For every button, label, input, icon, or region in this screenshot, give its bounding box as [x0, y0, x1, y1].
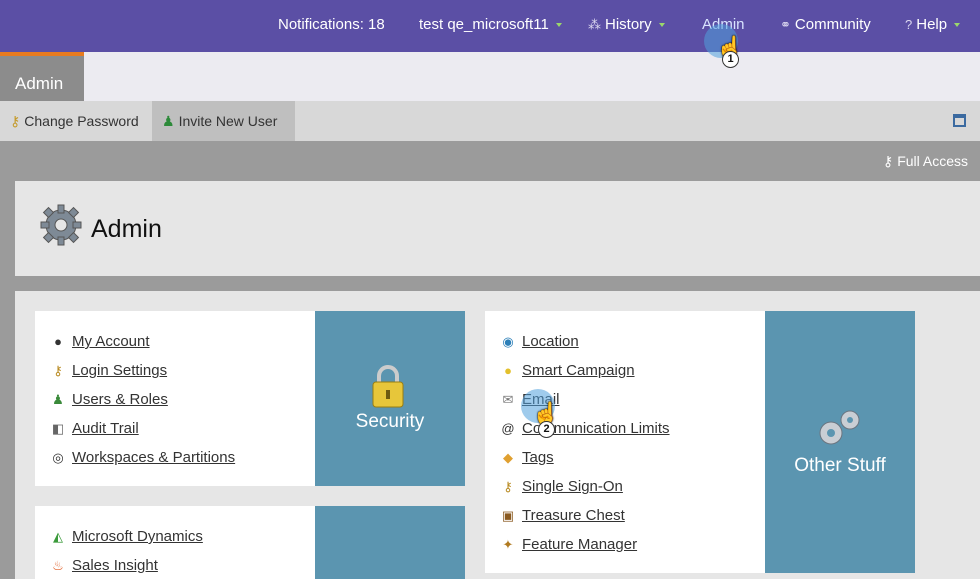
users-roles-link[interactable]: ♟ Users & Roles	[51, 385, 315, 414]
sales-insight-link[interactable]: ♨ Sales Insight	[51, 551, 315, 579]
notifications-label: Notifications: 18	[278, 16, 385, 33]
tab-admin-label: Admin	[15, 74, 64, 93]
other-stuff-tile[interactable]: Other Stuff	[765, 311, 915, 573]
lock-icon	[372, 365, 404, 408]
link-label: Audit Trail	[72, 420, 139, 437]
link-label: Tags	[522, 449, 554, 466]
globe-pin-icon: ◉	[502, 333, 514, 349]
top-nav: Notifications: 18 test qe_microsoft11 ⁂ H…	[0, 0, 980, 52]
wand-icon: ✦	[502, 536, 514, 552]
my-account-link[interactable]: ● My Account	[51, 327, 315, 356]
help-menu[interactable]: ? Help	[905, 16, 961, 33]
chevron-down-icon	[658, 22, 665, 27]
tag-icon: ◆	[503, 449, 513, 465]
integration-card: ◭ Microsoft Dynamics ♨ Sales Insight	[35, 506, 315, 579]
treasure-chest-link[interactable]: ▣ Treasure Chest	[501, 501, 765, 530]
link-label: Login Settings	[72, 362, 168, 379]
help-icon: ?	[905, 17, 913, 32]
person-icon: ●	[54, 334, 62, 349]
at-icon: @	[501, 421, 515, 436]
link-label: Microsoft Dynamics	[72, 528, 203, 545]
key-icon: ⚷	[10, 113, 21, 129]
camera-icon: ◧	[51, 420, 65, 436]
community-link[interactable]: ⚭ Community	[780, 16, 871, 33]
invite-user-button[interactable]: ♟ Invite New User	[152, 101, 295, 141]
tab-row: Admin	[0, 52, 980, 101]
link-label: Single Sign-On	[522, 478, 623, 495]
tab-admin[interactable]: Admin	[0, 52, 84, 101]
gear-icon	[40, 204, 82, 246]
other-stuff-links: ◉Location ●Smart Campaign ✉Email @Commun…	[485, 311, 765, 559]
link-label: Smart Campaign	[522, 362, 635, 379]
lightbulb-icon: ●	[504, 363, 512, 378]
location-link[interactable]: ◉ Location	[501, 327, 765, 356]
link-label: Feature Manager	[522, 536, 638, 553]
window-icon[interactable]	[953, 114, 966, 127]
security-links: ● My Account ⚷ Login Settings ♟ Users & Rol…	[35, 311, 315, 472]
flame-icon: ♨	[52, 557, 64, 573]
community-label: Community	[794, 16, 871, 33]
access-bar: ⚷ Full Access	[0, 141, 980, 181]
single-sign-on-link[interactable]: ⚷ Single Sign-On	[501, 472, 765, 501]
change-password-label: Change Password	[24, 113, 139, 129]
integration-tile[interactable]	[315, 506, 465, 579]
link-label: Users & Roles	[72, 391, 168, 408]
gears-icon	[819, 410, 860, 445]
step-badge: 1	[722, 51, 739, 68]
key-icon: ⚷	[503, 478, 513, 494]
link-label: My Account	[72, 333, 150, 350]
link-label: Sales Insight	[72, 557, 158, 574]
toolbar: ⚷ Change Password ♟ Invite New User	[0, 101, 980, 141]
add-user-icon: ♟	[162, 113, 175, 129]
community-icon: ⚭	[780, 16, 791, 32]
feature-manager-link[interactable]: ✦ Feature Manager	[501, 530, 765, 559]
footprints-icon: ⁂	[588, 16, 601, 32]
smart-campaign-link[interactable]: ● Smart Campaign	[501, 356, 765, 385]
chevron-down-icon	[954, 22, 961, 27]
help-label: Help	[916, 16, 948, 33]
users-icon: ♟	[52, 391, 64, 407]
tags-link[interactable]: ◆ Tags	[501, 443, 765, 472]
security-card: ● My Account ⚷ Login Settings ♟ Users & Rol…	[35, 311, 315, 486]
link-label: Location	[522, 333, 579, 350]
notifications-link[interactable]: Notifications: 18	[278, 16, 385, 33]
integration-links: ◭ Microsoft Dynamics ♨ Sales Insight	[35, 506, 315, 579]
user-menu[interactable]: test qe_microsoft11	[419, 16, 562, 33]
history-label: History	[605, 16, 652, 33]
chest-icon: ▣	[501, 507, 515, 523]
envelope-icon: ✉	[502, 391, 514, 407]
other-stuff-tile-label: Other Stuff	[794, 455, 886, 476]
other-stuff-card: ◉Location ●Smart Campaign ✉Email @Commun…	[485, 311, 765, 573]
security-tile[interactable]: Security	[315, 311, 465, 486]
page-title: Admin	[91, 215, 162, 243]
workspaces-partitions-link[interactable]: ◎ Workspaces & Partitions	[51, 443, 315, 472]
change-password-button[interactable]: ⚷ Change Password	[0, 101, 149, 141]
full-access-label: Full Access	[897, 153, 968, 169]
security-tile-label: Security	[355, 411, 425, 432]
dynamics-icon: ◭	[53, 528, 63, 544]
full-access-indicator: ⚷ Full Access	[883, 153, 968, 170]
globe-icon: ◎	[52, 449, 64, 465]
step-badge: 2	[538, 421, 555, 438]
admin-content: ● My Account ⚷ Login Settings ♟ Users & Rol…	[15, 291, 980, 579]
link-label: Treasure Chest	[522, 507, 625, 524]
page-header: Admin	[15, 181, 980, 276]
login-settings-link[interactable]: ⚷ Login Settings	[51, 356, 315, 385]
user-label: test qe_microsoft11	[419, 16, 549, 33]
invite-user-label: Invite New User	[178, 113, 278, 129]
microsoft-dynamics-link[interactable]: ◭ Microsoft Dynamics	[51, 522, 315, 551]
key-user-icon: ⚷	[882, 153, 894, 169]
audit-trail-link[interactable]: ◧ Audit Trail	[51, 414, 315, 443]
chevron-down-icon	[555, 22, 562, 27]
link-label: Workspaces & Partitions	[72, 449, 236, 466]
history-menu[interactable]: ⁂ History	[588, 16, 665, 33]
key-icon: ⚷	[53, 362, 63, 378]
